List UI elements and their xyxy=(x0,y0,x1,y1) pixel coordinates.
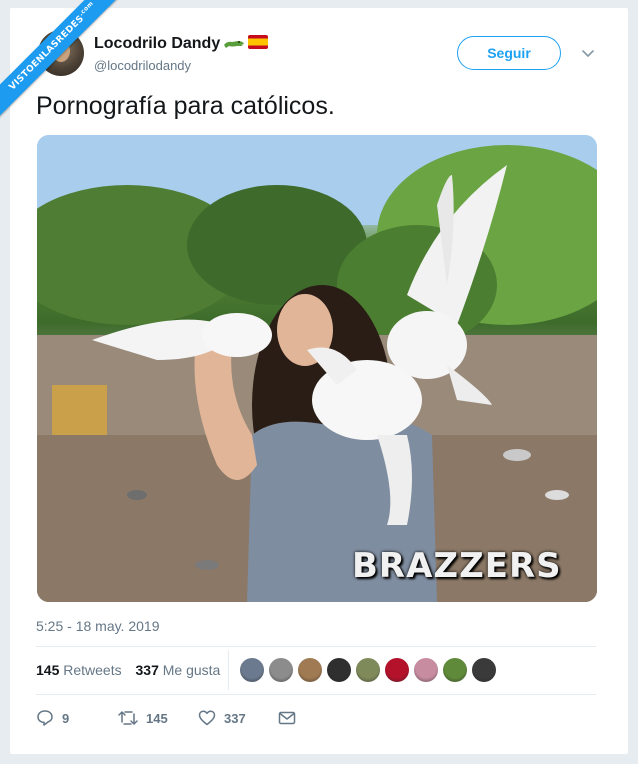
stats-separator xyxy=(228,650,229,690)
retweet-button[interactable]: 145 xyxy=(118,708,168,728)
direct-message-button[interactable] xyxy=(278,708,296,728)
watermark-text: VISTOENLASREDES xyxy=(7,13,87,93)
retweet-icon xyxy=(118,711,138,725)
heart-icon xyxy=(198,710,216,726)
liker-avatar-3[interactable] xyxy=(298,658,322,682)
envelope-icon xyxy=(278,711,296,725)
liker-avatar-6[interactable] xyxy=(385,658,409,682)
watermark-ribbon: VISTOENLASREDES.com xyxy=(0,0,130,130)
liker-avatar-7[interactable] xyxy=(414,658,438,682)
liker-avatar-9[interactable] xyxy=(472,658,496,682)
brazzers-overlay-text: BRAZZERS xyxy=(352,546,562,586)
likes-label[interactable]: Me gusta xyxy=(163,662,221,678)
divider-top xyxy=(36,646,596,647)
tweet-timestamp[interactable]: 5:25 - 18 may. 2019 xyxy=(36,618,159,634)
liker-avatar-2[interactable] xyxy=(269,658,293,682)
watermark-domain: .com xyxy=(77,0,95,18)
reply-button[interactable]: 9 xyxy=(36,708,69,728)
tweet-image[interactable] xyxy=(37,135,597,602)
spain-flag-icon xyxy=(248,35,269,49)
chevron-down-icon[interactable] xyxy=(581,46,595,60)
retweets-count[interactable]: 145 xyxy=(36,662,59,678)
liker-avatar-8[interactable] xyxy=(443,658,467,682)
tweet-stats: 145 Retweets 337 Me gusta xyxy=(36,662,220,678)
follow-button[interactable]: Seguir xyxy=(457,36,561,70)
retweet-action-count: 145 xyxy=(146,710,168,726)
like-button[interactable]: 337 xyxy=(198,708,246,728)
crocodile-emoji-icon xyxy=(224,41,245,48)
liker-avatar-1[interactable] xyxy=(240,658,264,682)
liker-avatar-5[interactable] xyxy=(356,658,380,682)
divider-bottom xyxy=(36,694,596,695)
reply-icon xyxy=(37,710,53,726)
liker-avatar-4[interactable] xyxy=(327,658,351,682)
like-action-count: 337 xyxy=(224,710,246,726)
retweets-label[interactable]: Retweets xyxy=(63,662,121,678)
reply-count: 9 xyxy=(62,710,70,726)
photo-woman-with-doves xyxy=(37,135,597,602)
likes-count[interactable]: 337 xyxy=(136,662,159,678)
